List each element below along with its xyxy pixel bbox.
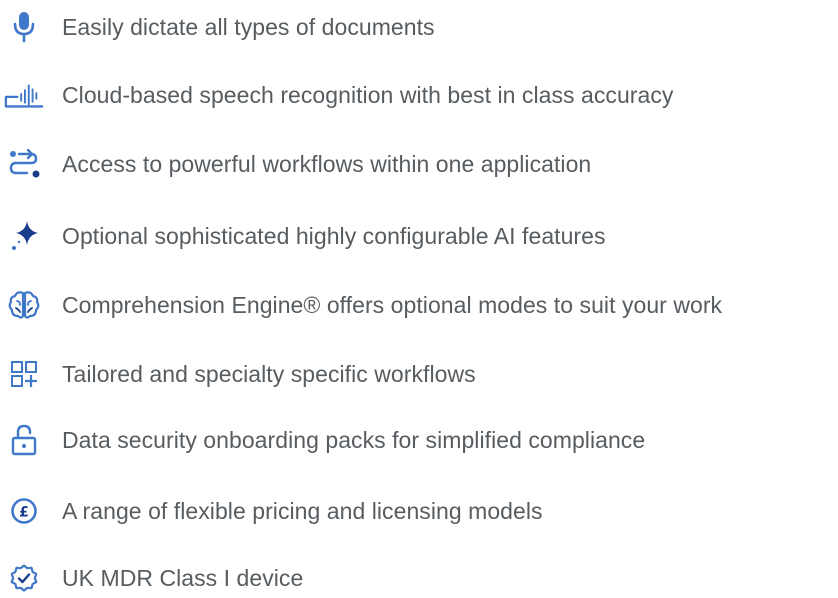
- microphone-icon: [4, 11, 44, 43]
- feature-text: UK MDR Class I device: [62, 565, 304, 591]
- feature-text: Optional sophisticated highly configurab…: [62, 223, 606, 249]
- list-item: Data security onboarding packs for simpl…: [0, 420, 838, 460]
- cloud-waveform-icon: [4, 79, 44, 111]
- feature-text: Access to powerful workflows within one …: [62, 151, 592, 177]
- feature-text: Tailored and specialty specific workflow…: [62, 361, 476, 387]
- feature-list: Easily dictate all types of documents Cl…: [0, 0, 838, 595]
- list-item: Cloud-based speech recognition with best…: [0, 75, 838, 115]
- list-item: Optional sophisticated highly configurab…: [0, 216, 838, 256]
- workflow-arrows-icon: [4, 148, 44, 180]
- list-item: Easily dictate all types of documents: [0, 7, 838, 47]
- list-item: Access to powerful workflows within one …: [0, 144, 838, 184]
- padlock-icon: [4, 424, 44, 456]
- feature-text: Easily dictate all types of documents: [62, 14, 435, 40]
- list-item: Comprehension Engine® offers optional mo…: [0, 285, 838, 325]
- feature-text: Data security onboarding packs for simpl…: [62, 427, 646, 453]
- svg-text:£: £: [19, 505, 29, 521]
- list-item: Tailored and specialty specific workflow…: [0, 354, 838, 394]
- grid-plus-icon: [4, 358, 44, 390]
- feature-text: Cloud-based speech recognition with best…: [62, 82, 674, 108]
- brain-icon: [4, 289, 44, 321]
- feature-text: A range of flexible pricing and licensin…: [62, 498, 543, 524]
- sparkle-icon: [4, 220, 44, 252]
- list-item: UK MDR Class I device: [0, 558, 838, 598]
- pound-coin-icon: £: [4, 495, 44, 527]
- list-item: £ A range of flexible pricing and licens…: [0, 491, 838, 531]
- feature-text: Comprehension Engine® offers optional mo…: [62, 292, 723, 318]
- verified-badge-icon: [4, 562, 44, 594]
